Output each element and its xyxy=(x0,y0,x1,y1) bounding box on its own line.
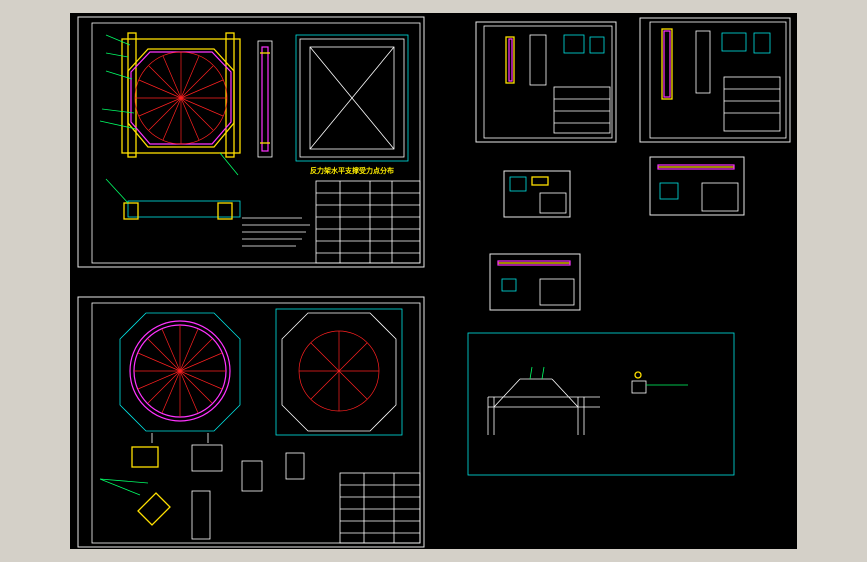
side-elevation[interactable] xyxy=(257,40,273,158)
bracket-frame-elevation[interactable] xyxy=(487,366,600,435)
detail-node-4 xyxy=(285,452,305,480)
detail-nodes[interactable] xyxy=(99,444,305,540)
detail-sheet-d[interactable] xyxy=(649,156,745,216)
octagon-flange-plan[interactable] xyxy=(275,308,403,436)
title-block[interactable] xyxy=(315,180,421,264)
detail-sheet-e[interactable] xyxy=(489,253,581,311)
detail-sheet-b[interactable] xyxy=(639,17,791,143)
title-block-2[interactable] xyxy=(339,472,421,544)
detail-node-1 xyxy=(131,446,159,468)
sheet-2-border xyxy=(77,296,425,548)
detail-node-2 xyxy=(191,444,223,472)
bracket-sheet-border xyxy=(467,332,735,476)
cad-drawing[interactable]: 反力架水平支撑受力点分布 xyxy=(70,13,797,549)
bracket-small-detail[interactable] xyxy=(631,371,688,394)
window-frame-left xyxy=(0,0,70,562)
leader-lines xyxy=(99,34,239,176)
side-web xyxy=(261,46,269,152)
detail-node-6 xyxy=(191,490,211,540)
sheet-1[interactable]: 反力架水平支撑受力点分布 xyxy=(77,16,425,268)
detail-node-3 xyxy=(241,460,263,492)
window-frame-right xyxy=(797,0,867,562)
sheet-1-inner-border xyxy=(91,22,421,264)
side-plate xyxy=(257,40,273,158)
sheet-1-border xyxy=(77,16,425,268)
technical-notes xyxy=(242,217,310,247)
octagon-frame-plan[interactable] xyxy=(99,32,241,176)
detail-sheet-a[interactable] xyxy=(475,21,617,143)
detail-node-5 xyxy=(137,492,171,526)
detail-sheet-c[interactable] xyxy=(503,170,571,218)
bottom-section[interactable] xyxy=(105,178,241,220)
bracket-sheet[interactable] xyxy=(467,332,735,476)
radial-lines xyxy=(135,52,227,144)
sheet-2[interactable] xyxy=(77,296,425,548)
square-frame-elevation[interactable] xyxy=(295,34,409,162)
sheet-1-title: 反力架水平支撑受力点分布 xyxy=(310,166,394,175)
ring-octagon-plan[interactable] xyxy=(119,312,241,443)
cad-model-space[interactable]: 反力架水平支撑受力点分布 xyxy=(70,13,797,549)
